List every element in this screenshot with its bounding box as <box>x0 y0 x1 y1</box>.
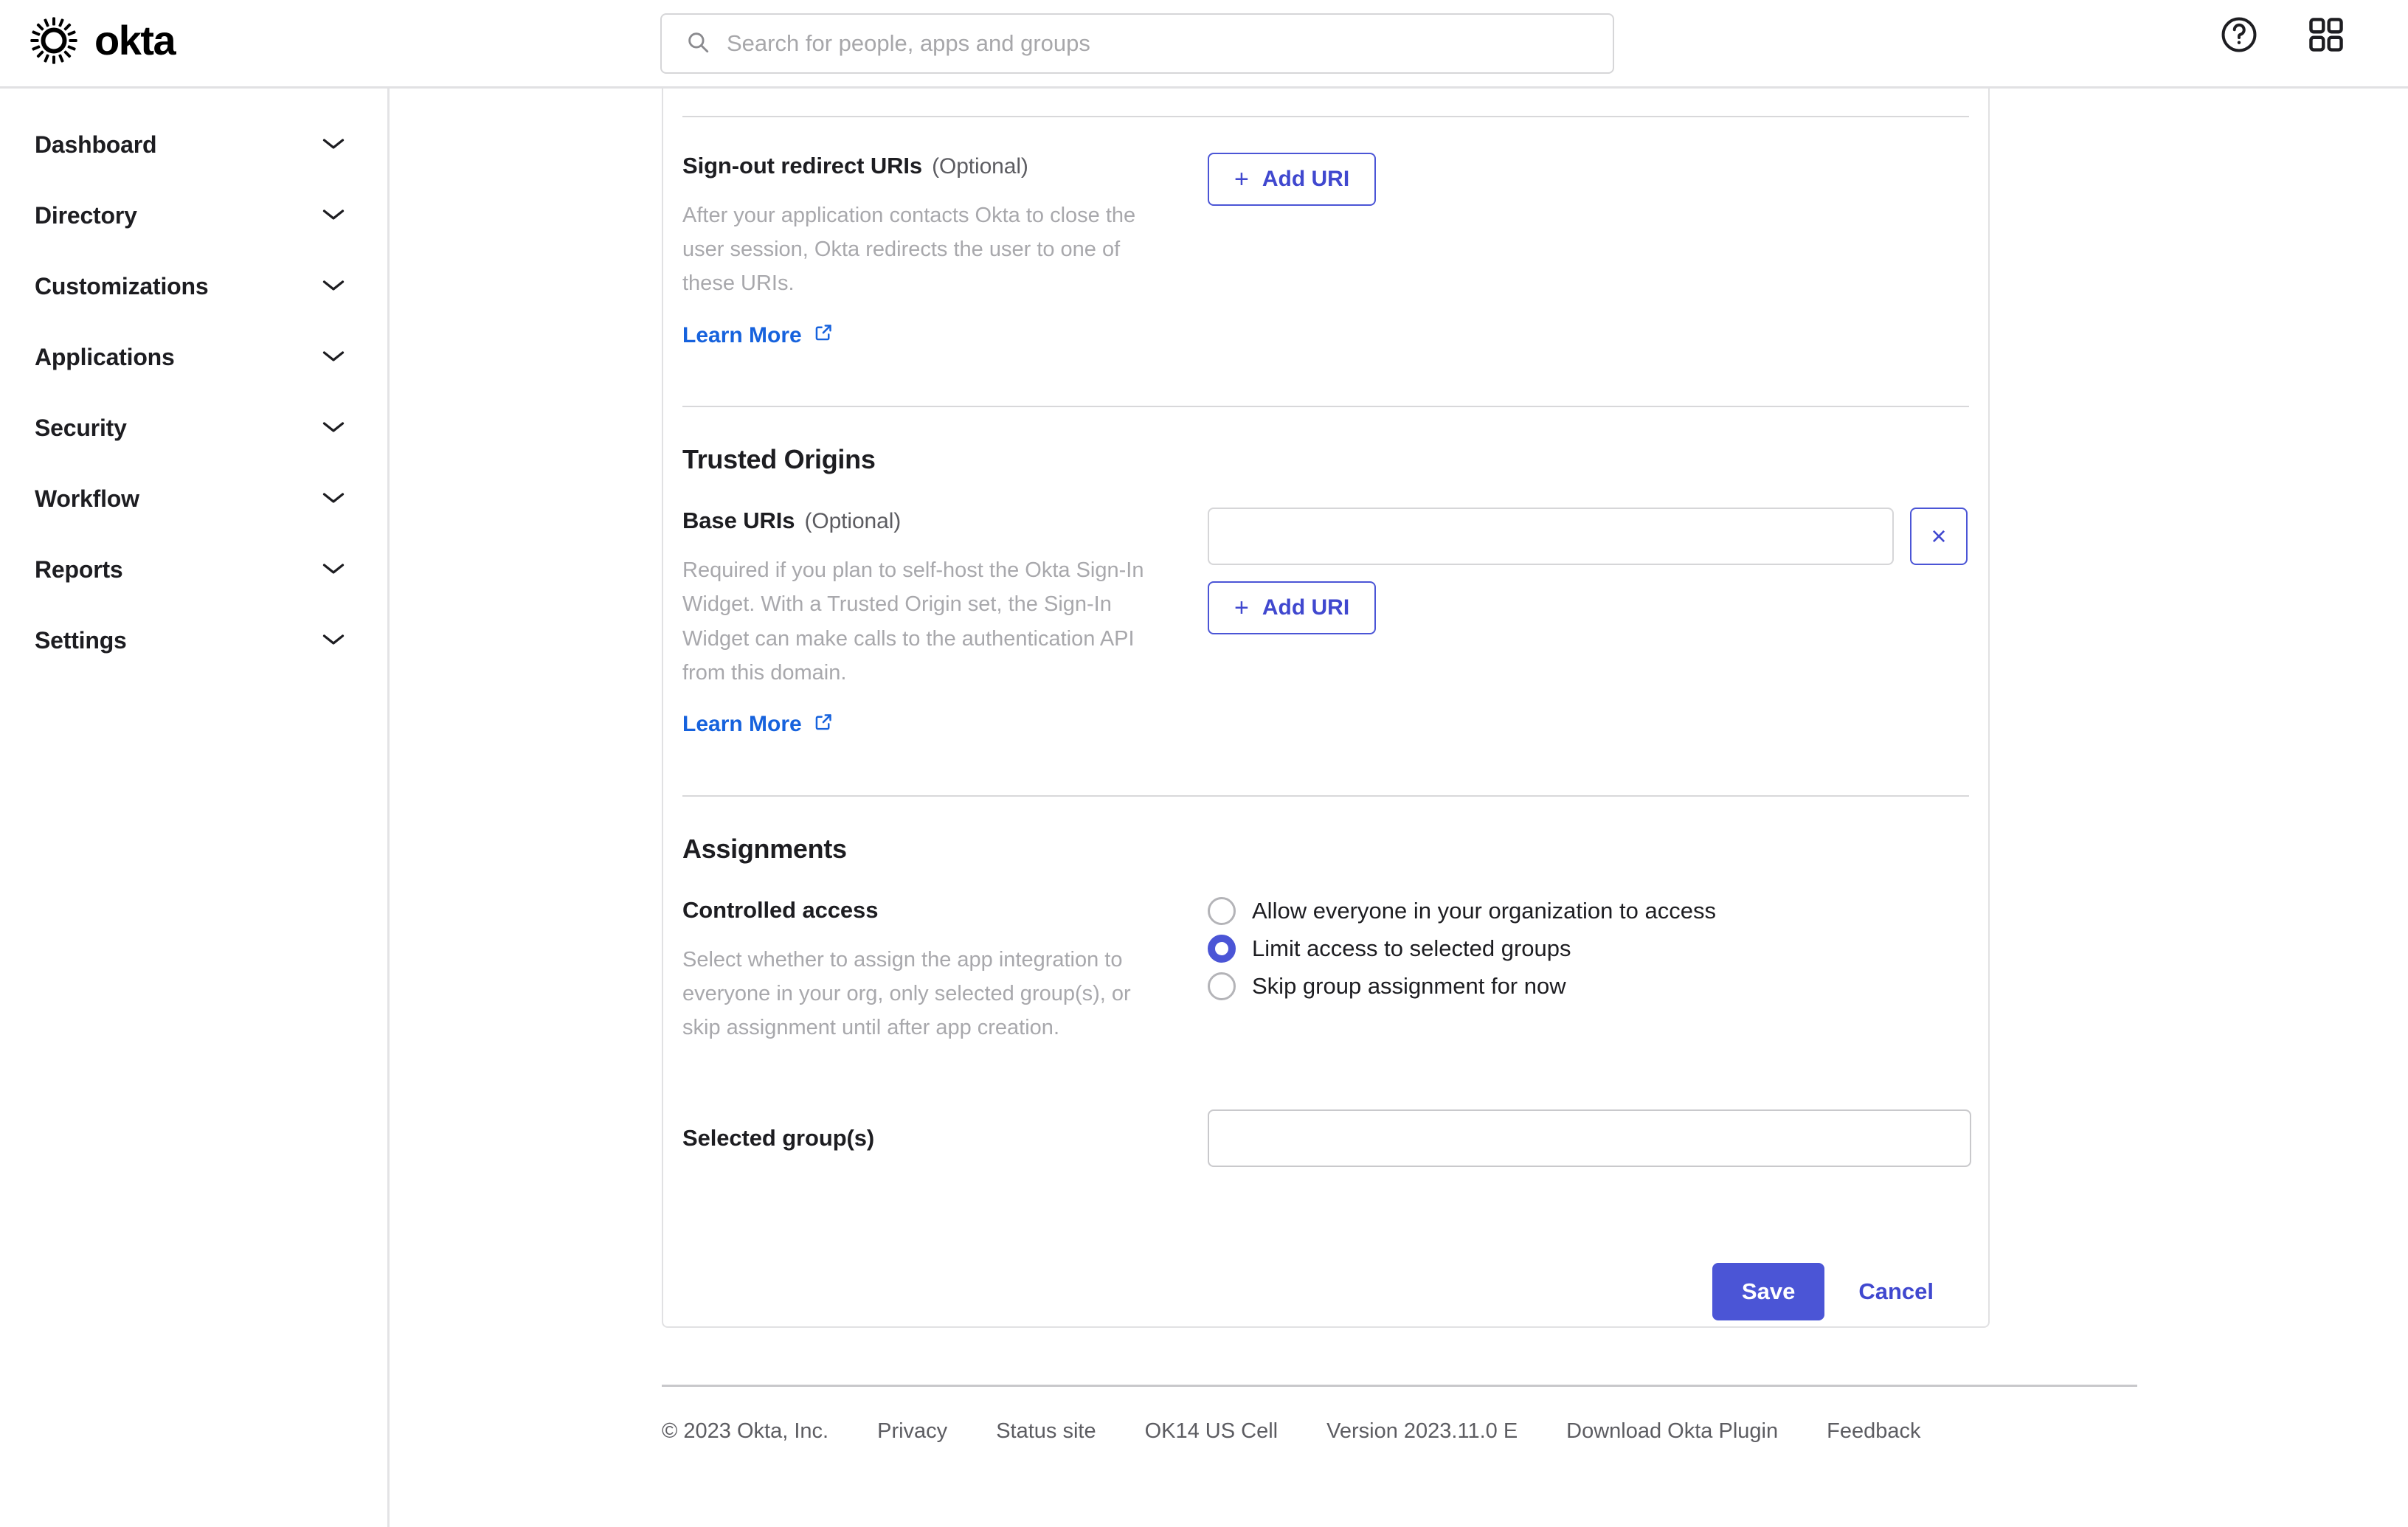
sidebar-item-label: Customizations <box>35 272 209 299</box>
radio-icon-selected[interactable] <box>1208 934 1236 963</box>
signout-redirect-label: Sign-out redirect URIs (Optional) <box>682 153 1028 179</box>
selected-groups-label: Selected group(s) <box>682 1125 875 1152</box>
plus-icon: + <box>1234 165 1249 193</box>
chevron-down-icon <box>322 491 345 507</box>
sidebar-item-dashboard[interactable]: Dashboard <box>0 109 387 180</box>
radio-label: Limit access to selected groups <box>1252 935 1571 961</box>
okta-sunburst-logo-icon <box>30 16 78 65</box>
footer-link-version[interactable]: Version 2023.11.0 E <box>1326 1419 1518 1444</box>
main-content: Sign-out redirect URIs (Optional) After … <box>392 89 2408 1527</box>
add-uri-label: Add URI <box>1262 595 1350 620</box>
radio-label: Allow everyone in your organization to a… <box>1252 897 1716 924</box>
close-icon: × <box>1931 521 1947 552</box>
search-input[interactable] <box>727 27 1538 60</box>
sidebar-item-directory[interactable]: Directory <box>0 180 387 251</box>
footer-link-status-site[interactable]: Status site <box>996 1419 1096 1444</box>
help-circle-icon[interactable] <box>2215 10 2263 59</box>
assignments-title: Assignments <box>682 833 847 864</box>
chevron-down-icon <box>322 208 345 224</box>
app-grid-icon[interactable] <box>2302 10 2350 59</box>
optional-tag: (Optional) <box>932 154 1028 179</box>
chevron-down-icon <box>322 137 345 153</box>
page-footer: © 2023 Okta, Inc. Privacy Status site OK… <box>662 1385 2137 1444</box>
chevron-down-icon <box>322 562 345 578</box>
remove-base-uri-button[interactable]: × <box>1910 508 1968 566</box>
signout-learn-more-link[interactable]: Learn More <box>682 322 834 348</box>
add-signout-uri-button[interactable]: + Add URI <box>1208 153 1377 206</box>
chevron-down-icon <box>322 350 345 365</box>
trusted-origins-heading-row: Trusted Origins <box>663 407 1988 475</box>
radio-limit-access[interactable]: Limit access to selected groups <box>1208 934 1969 963</box>
add-uri-label: Add URI <box>1262 167 1350 191</box>
trusted-origins-title: Trusted Origins <box>682 444 876 475</box>
base-uris-helper: Required if you plan to self-host the Ok… <box>682 558 1144 685</box>
radio-skip-assignment[interactable]: Skip group assignment for now <box>1208 972 1969 1000</box>
footer-link-download-plugin[interactable]: Download Okta Plugin <box>1566 1419 1778 1444</box>
radio-allow-everyone[interactable]: Allow everyone in your organization to a… <box>1208 896 1969 925</box>
sidebar-item-applications[interactable]: Applications <box>0 322 387 392</box>
signout-redirect-helper: After your application contacts Okta to … <box>682 204 1136 296</box>
add-base-uri-button[interactable]: + Add URI <box>1208 581 1377 635</box>
controlled-access-helper: Select whether to assign the app integra… <box>682 947 1131 1039</box>
sidebar-item-reports[interactable]: Reports <box>0 534 387 605</box>
radio-label: Skip group assignment for now <box>1252 972 1566 999</box>
global-search[interactable] <box>660 13 1614 74</box>
footer-link-feedback[interactable]: Feedback <box>1827 1419 1920 1444</box>
base-uris-label: Base URIs (Optional) <box>682 508 902 534</box>
external-link-icon <box>814 322 834 348</box>
base-uri-input-row: × <box>1208 508 1969 566</box>
assignments-heading-row: Assignments <box>663 797 1988 865</box>
sidebar-item-label: Reports <box>35 555 123 583</box>
plus-icon: + <box>1234 594 1249 623</box>
top-header: okta <box>0 0 2408 89</box>
sidebar-item-label: Directory <box>35 201 137 229</box>
base-uri-input[interactable] <box>1208 508 1894 566</box>
sidebar-item-label: Applications <box>35 343 175 370</box>
search-icon <box>685 30 710 58</box>
base-uris-section: Base URIs (Optional) Required if you pla… <box>663 475 1988 737</box>
okta-logo[interactable]: okta <box>30 16 176 65</box>
radio-icon[interactable] <box>1208 972 1236 1000</box>
chevron-down-icon <box>322 279 345 294</box>
sidebar-item-label: Settings <box>35 626 127 654</box>
controlled-access-radio-group: Allow everyone in your organization to a… <box>1208 896 1969 1000</box>
copyright-text: © 2023 Okta, Inc. <box>662 1419 829 1443</box>
trusted-origins-learn-more-link[interactable]: Learn More <box>682 712 834 738</box>
sidebar-item-label: Security <box>35 414 127 441</box>
footer-link-privacy[interactable]: Privacy <box>877 1419 947 1444</box>
selected-groups-section: Selected group(s) <box>663 1045 1988 1168</box>
sidebar-item-workflow[interactable]: Workflow <box>0 463 387 534</box>
sidebar-item-label: Workflow <box>35 485 139 512</box>
header-actions <box>2215 10 2350 59</box>
form-actions: Save Cancel <box>663 1263 1988 1321</box>
sidebar-item-label: Dashboard <box>35 131 157 158</box>
radio-icon[interactable] <box>1208 896 1236 925</box>
external-link-icon <box>814 712 834 738</box>
footer-link-cell[interactable]: OK14 US Cell <box>1145 1419 1279 1444</box>
save-button[interactable]: Save <box>1712 1263 1825 1321</box>
selected-groups-input[interactable] <box>1208 1109 1971 1168</box>
sidebar-item-security[interactable]: Security <box>0 392 387 463</box>
chevron-down-icon <box>322 420 345 436</box>
sidebar-item-settings[interactable]: Settings <box>0 605 387 676</box>
okta-wordmark: okta <box>94 17 176 63</box>
sidebar-item-customizations[interactable]: Customizations <box>0 251 387 322</box>
main-sidebar: Dashboard Directory Customizations Appli… <box>0 89 390 1527</box>
signout-redirect-uris-section: Sign-out redirect URIs (Optional) After … <box>663 117 1988 348</box>
controlled-access-label: Controlled access <box>682 896 879 923</box>
controlled-access-section: Controlled access Select whether to assi… <box>663 865 1988 1045</box>
optional-tag: (Optional) <box>804 509 902 534</box>
cancel-button[interactable]: Cancel <box>1845 1278 1947 1305</box>
app-settings-card: Sign-out redirect URIs (Optional) After … <box>662 89 1990 1328</box>
chevron-down-icon <box>322 633 345 648</box>
